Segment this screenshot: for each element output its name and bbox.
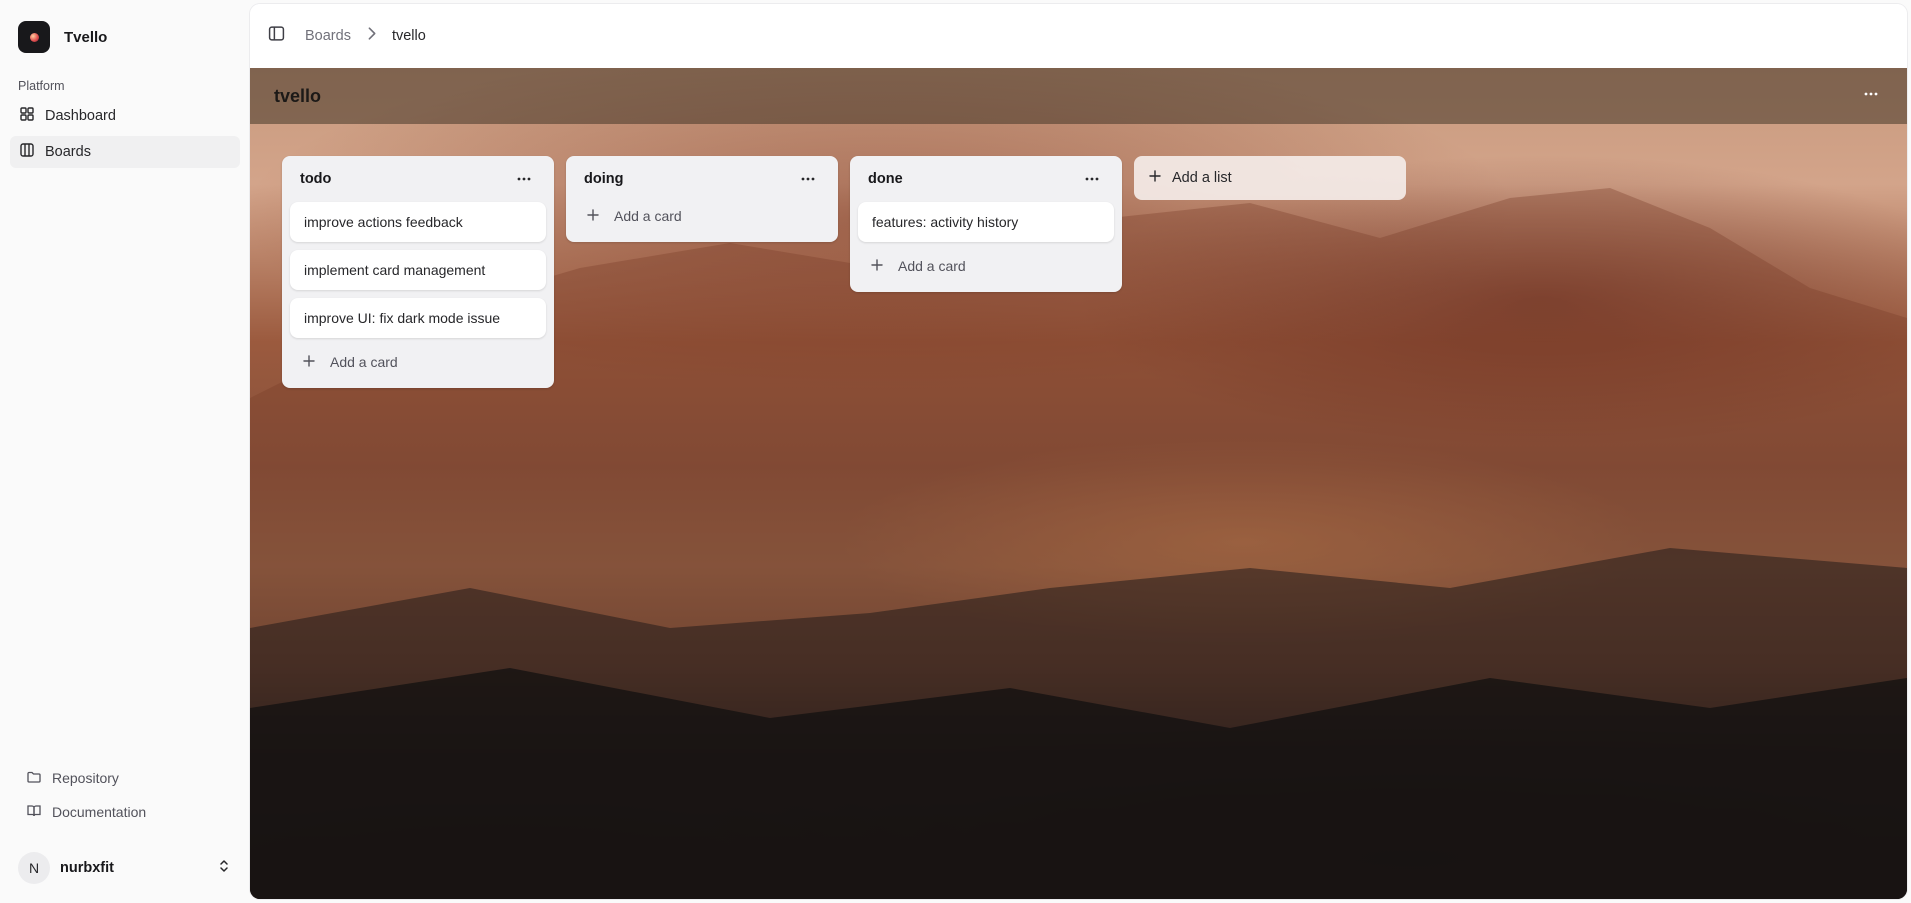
sidebar-nav: Dashboard Boards <box>0 100 250 172</box>
list-done: done features: activity history Add a ca… <box>850 156 1122 292</box>
add-card-button[interactable]: Add a card <box>858 248 1114 284</box>
board-title: tvello <box>274 85 322 106</box>
breadcrumb: Boards tvello <box>305 25 426 47</box>
board-canvas: tvello todo improve actions feedback imp… <box>250 68 1907 899</box>
sidebar-item-label: Boards <box>45 144 91 160</box>
avatar: N <box>18 852 50 884</box>
list-header: todo <box>290 166 546 192</box>
add-card-label: Add a card <box>898 258 966 274</box>
add-list-label: Add a list <box>1172 170 1232 186</box>
add-card-button[interactable]: Add a card <box>574 198 830 234</box>
list-title[interactable]: todo <box>300 171 331 187</box>
sidebar: Tvello Platform Dashboard Boards Reposit… <box>0 0 250 903</box>
list-doing: doing Add a card <box>566 156 838 242</box>
dashboard-icon <box>19 106 35 126</box>
board-icon <box>19 142 35 162</box>
card[interactable]: implement card management <box>290 250 546 290</box>
sidebar-item-boards[interactable]: Boards <box>10 136 240 168</box>
add-card-label: Add a card <box>614 208 682 224</box>
user-name: nurbxfit <box>60 860 114 876</box>
breadcrumb-current: tvello <box>391 28 426 44</box>
brand[interactable]: Tvello <box>0 0 250 54</box>
list-more-button[interactable] <box>796 167 820 191</box>
repository-link[interactable]: Repository <box>0 761 250 795</box>
chevron-right-icon <box>363 25 380 47</box>
sidebar-footer: Repository Documentation N nurbxfit <box>0 761 250 903</box>
list-more-button[interactable] <box>1080 167 1104 191</box>
chevrons-up-down-icon <box>216 858 232 879</box>
list-title[interactable]: doing <box>584 171 623 187</box>
card[interactable]: improve actions feedback <box>290 202 546 242</box>
lists-container: todo improve actions feedback implement … <box>282 156 1406 388</box>
card[interactable]: improve UI: fix dark mode issue <box>290 298 546 338</box>
sidebar-item-dashboard[interactable]: Dashboard <box>10 100 240 132</box>
folder-icon <box>26 769 42 788</box>
plus-icon <box>302 354 316 371</box>
board-header: tvello <box>250 68 1907 124</box>
topbar: Boards tvello <box>250 4 1907 68</box>
main-panel: Boards tvello tvello todo improve action… <box>250 4 1907 899</box>
list-header: doing <box>574 166 830 192</box>
documentation-label: Documentation <box>52 804 147 820</box>
app-name: Tvello <box>64 28 108 46</box>
add-card-label: Add a card <box>330 354 398 370</box>
plus-icon <box>1148 169 1162 187</box>
list-more-button[interactable] <box>512 167 536 191</box>
documentation-link[interactable]: Documentation <box>0 795 250 829</box>
more-horizontal-icon <box>1863 86 1879 107</box>
user-menu[interactable]: N nurbxfit <box>0 841 250 895</box>
repository-label: Repository <box>52 770 119 786</box>
list-header: done <box>858 166 1114 192</box>
sidebar-toggle-icon[interactable] <box>268 25 285 47</box>
sidebar-item-label: Dashboard <box>45 108 116 124</box>
list-todo: todo improve actions feedback implement … <box>282 156 554 388</box>
section-label-platform: Platform <box>18 79 65 93</box>
board-more-button[interactable] <box>1859 84 1883 108</box>
add-card-button[interactable]: Add a card <box>290 344 546 380</box>
add-list-button[interactable]: Add a list <box>1134 156 1406 200</box>
plus-icon <box>586 208 600 225</box>
breadcrumb-boards[interactable]: Boards <box>305 28 351 44</box>
book-icon <box>26 803 42 822</box>
list-title[interactable]: done <box>868 171 903 187</box>
plus-icon <box>870 258 884 275</box>
card[interactable]: features: activity history <box>858 202 1114 242</box>
app-logo <box>18 21 50 53</box>
